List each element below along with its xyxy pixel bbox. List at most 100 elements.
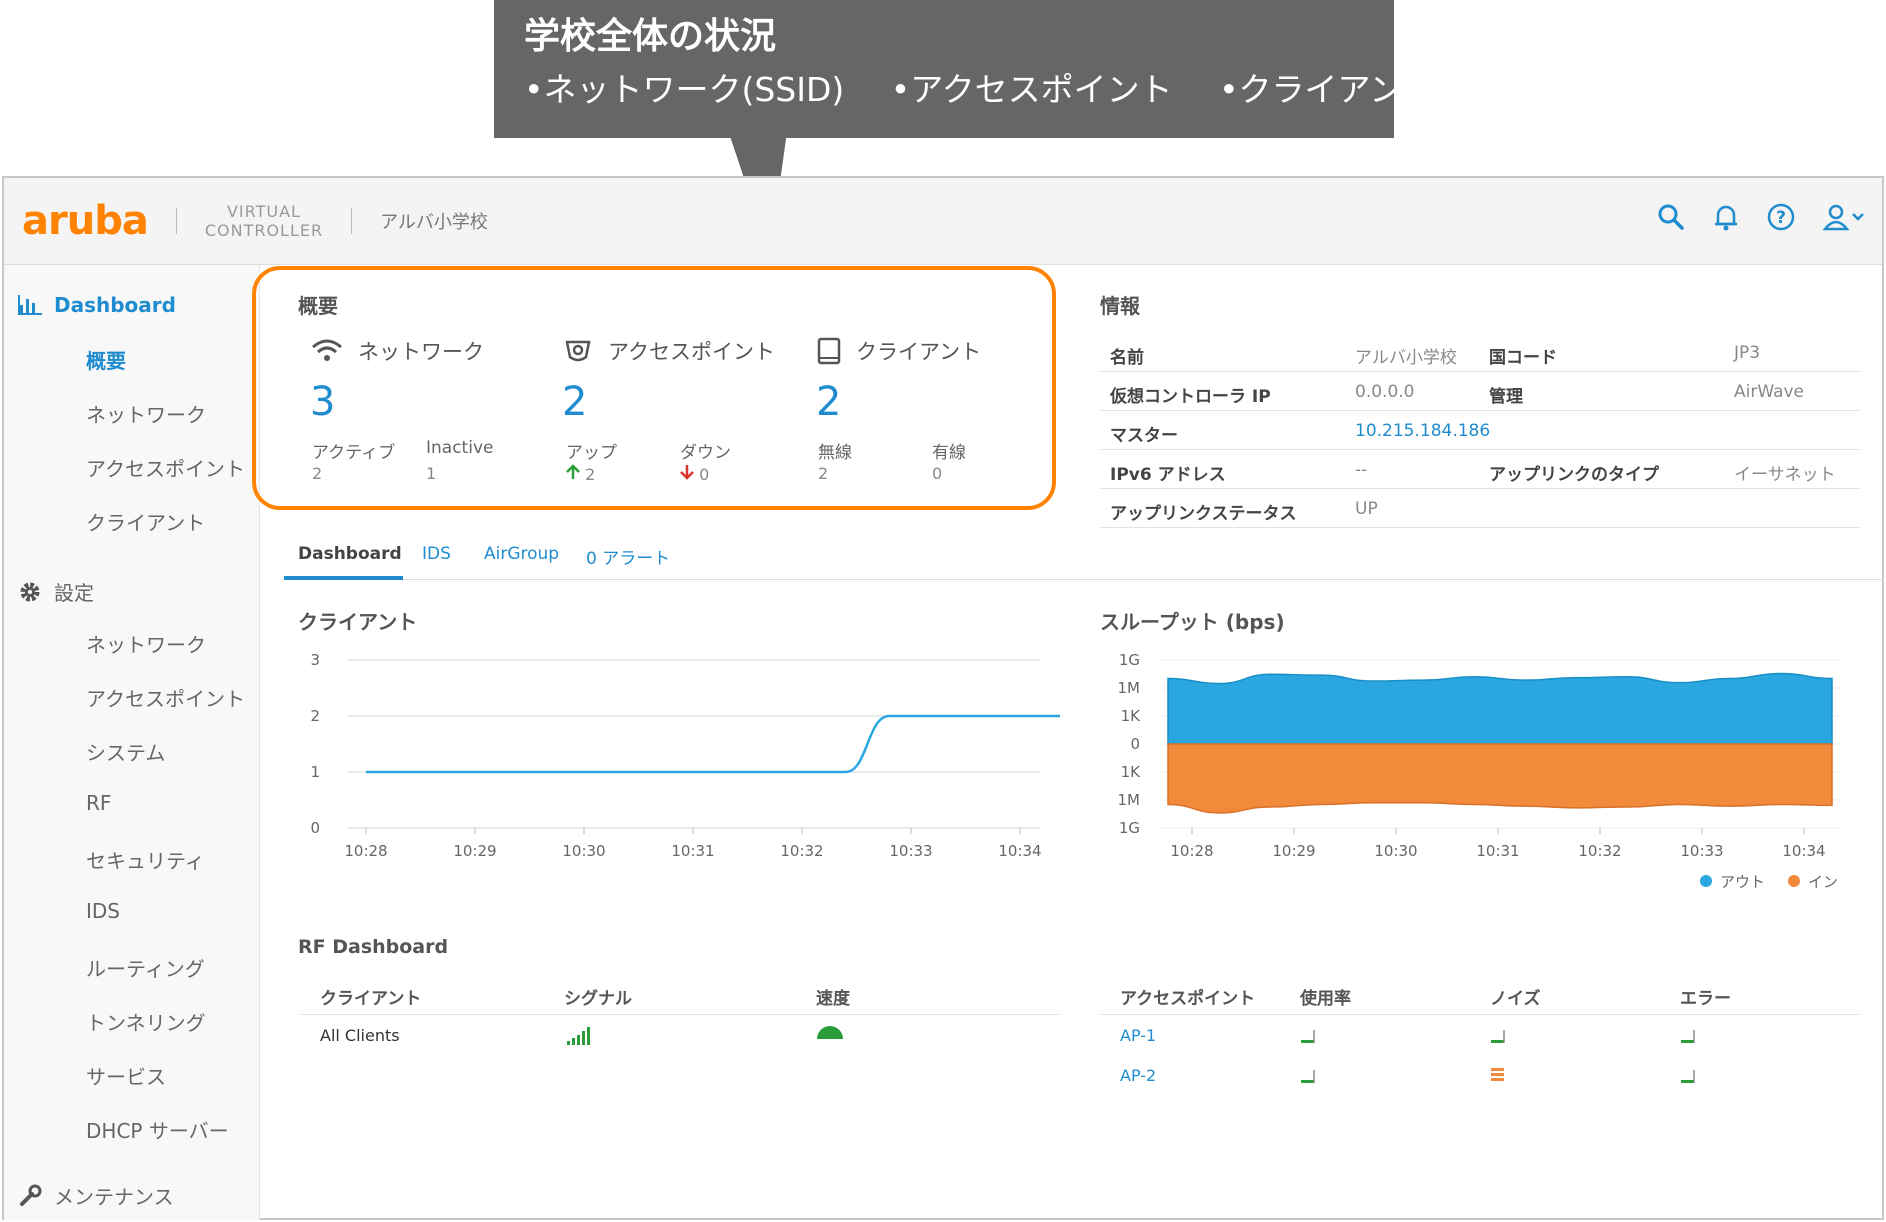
- aruba-logo[interactable]: aruba: [22, 198, 149, 244]
- overview-clients[interactable]: クライアント 2: [816, 336, 981, 422]
- sidebar-item-dhcp[interactable]: DHCP サーバー: [86, 1115, 229, 1144]
- y-tick-label: 0: [310, 819, 320, 837]
- info-row: マスター 10.215.184.186: [1100, 411, 1860, 450]
- y-tick-label: 2: [310, 707, 320, 725]
- x-tick-label: 10:28: [1170, 842, 1213, 860]
- bar-chart-icon: [18, 295, 42, 315]
- callout-item: •ネットワーク(SSID): [524, 70, 845, 109]
- bell-icon[interactable]: [1712, 202, 1740, 232]
- help-icon[interactable]: ?: [1766, 202, 1796, 232]
- x-tick-label: 10:33: [1680, 842, 1723, 860]
- callout-items: •ネットワーク(SSID) •アクセスポイント •クライアント: [524, 64, 1435, 116]
- rf-header-ap: アクセスポイント: [1120, 989, 1256, 1009]
- user-icon[interactable]: [1822, 202, 1866, 232]
- sidebar-dashboard[interactable]: Dashboard: [18, 293, 176, 317]
- dashboard-tabs: Dashboard IDS AirGroup 0 アラート: [284, 540, 1884, 580]
- rf-client-row[interactable]: All Clients: [320, 1026, 400, 1045]
- divider: [175, 208, 177, 234]
- tab-alerts[interactable]: 0 アラート: [586, 544, 670, 569]
- sidebar-item-tunneling[interactable]: トンネリング: [86, 1007, 206, 1036]
- sidebar-settings[interactable]: 設定: [18, 577, 94, 606]
- client-label: クライアント: [856, 340, 982, 364]
- ap-up-value: 2: [585, 465, 596, 484]
- sidebar: Dashboard 概要 ネットワーク アクセスポイント クライアント 設定 ネ…: [4, 265, 260, 1220]
- tab-dashboard[interactable]: Dashboard: [298, 544, 402, 564]
- client-wired-label: 有線: [932, 443, 966, 463]
- error-low-icon: [1681, 1030, 1695, 1043]
- rf-header-error: エラー: [1680, 989, 1731, 1009]
- sidebar-settings-label: 設定: [54, 581, 94, 605]
- ap-1-link[interactable]: AP-1: [1120, 1026, 1156, 1045]
- sidebar-item-network[interactable]: ネットワーク: [86, 399, 206, 428]
- active-tab-indicator: [284, 576, 403, 580]
- sidebar-item-system[interactable]: システム: [86, 737, 165, 766]
- throughput-chart-title: スループット (bps): [1100, 610, 1285, 634]
- info-key: 名前: [1110, 348, 1144, 368]
- info-row: IPv6 アドレス -- アップリンクのタイプ イーサネット: [1100, 450, 1860, 489]
- sidebar-item-clients[interactable]: クライアント: [86, 507, 205, 536]
- throughput-chart: 1G 1M 1K 0 1K 1M 1G 10:28 10:29 10:30 10:31 10:32 10…: [1118, 651, 1840, 891]
- sidebar-item-services[interactable]: サービス: [86, 1061, 166, 1090]
- info-key: IPv6 アドレス: [1110, 465, 1226, 485]
- x-tick-label: 10:32: [1578, 842, 1621, 860]
- x-tick-label: 10:29: [1272, 842, 1315, 860]
- y-tick-label: 1K: [1121, 763, 1142, 781]
- site-name: アルバ小学校: [380, 212, 488, 233]
- info-value: UP: [1355, 499, 1378, 519]
- sidebar-item-settings-network[interactable]: ネットワーク: [86, 629, 206, 658]
- product-line: CONTROLLER: [204, 221, 324, 240]
- callout-box: 学校全体の状況 •ネットワーク(SSID) •アクセスポイント •クライアント: [494, 0, 1435, 138]
- info-row: 名前 アルバ小学校 国コード JP3: [1100, 333, 1860, 372]
- info-row: 仮想コントローラ IP 0.0.0.0 管理 AirWave: [1100, 372, 1860, 411]
- tab-ids[interactable]: IDS: [422, 544, 451, 564]
- divider: [300, 1014, 1060, 1015]
- rf-header-client: クライアント: [320, 989, 422, 1009]
- rf-dashboard-title: RF Dashboard: [298, 936, 449, 958]
- sidebar-item-security[interactable]: セキュリティ: [86, 845, 205, 874]
- sidebar-item-access-points[interactable]: アクセスポイント: [86, 453, 245, 482]
- sidebar-dashboard-label: Dashboard: [54, 293, 176, 317]
- network-label: ネットワーク: [358, 340, 484, 364]
- overview-network[interactable]: ネットワーク 3: [310, 336, 484, 422]
- ap-down-value: 0: [699, 465, 710, 484]
- gear-icon: [20, 582, 40, 601]
- callout-item: •クライアント: [1219, 70, 1436, 109]
- x-tick-label: 10:33: [889, 842, 932, 860]
- wifi-icon: [312, 339, 342, 361]
- sidebar-item-settings-ap[interactable]: アクセスポイント: [86, 683, 245, 712]
- client-count: 2: [816, 379, 842, 425]
- arrow-down-icon: [680, 465, 694, 480]
- info-key: アップリンクのタイプ: [1489, 465, 1659, 485]
- product-line: VIRTUAL: [226, 202, 301, 221]
- overview-access-points[interactable]: アクセスポイント 2: [562, 336, 775, 422]
- tab-airgroup[interactable]: AirGroup: [484, 544, 559, 564]
- y-tick-label: 1K: [1121, 707, 1142, 725]
- top-bar: aruba VIRTUAL CONTROLLER アルバ小学校 ?: [4, 178, 1882, 265]
- network-active-label: アクティブ: [312, 443, 396, 463]
- network-inactive-label: Inactive: [426, 438, 494, 458]
- search-icon[interactable]: [1656, 202, 1686, 232]
- x-tick-label: 10:28: [344, 842, 387, 860]
- clients-chart-title: クライアント: [298, 610, 418, 634]
- info-row: アップリンクステータス UP: [1100, 489, 1860, 528]
- legend-in-label: イン: [1808, 873, 1838, 891]
- sidebar-item-routing[interactable]: ルーティング: [86, 953, 205, 982]
- sidebar-item-overview[interactable]: 概要: [86, 345, 126, 374]
- ap-2-link[interactable]: AP-2: [1120, 1066, 1156, 1085]
- sidebar-item-rf[interactable]: RF: [86, 791, 111, 815]
- info-key: 国コード: [1489, 348, 1557, 368]
- throughput-in-area: [1167, 743, 1833, 814]
- clients-chart: 0 1 2 3 10:28 10:29 10:30 10:31 10:32 10:33 10:34: [310, 651, 1060, 860]
- speed-gauge-icon: [817, 1026, 843, 1039]
- sidebar-maintenance[interactable]: メンテナンス: [18, 1181, 174, 1210]
- y-tick-label: 0: [1130, 735, 1140, 753]
- x-tick-label: 10:31: [671, 842, 714, 860]
- sidebar-item-ids[interactable]: IDS: [86, 899, 120, 923]
- arrow-up-icon: [566, 464, 580, 479]
- network-active-value: 2: [312, 464, 323, 483]
- x-tick-label: 10:30: [562, 842, 605, 860]
- info-value: アルバ小学校: [1355, 348, 1457, 368]
- rf-header-noise: ノイズ: [1490, 989, 1541, 1009]
- tablet-icon: [817, 337, 841, 365]
- master-ip-link[interactable]: 10.215.184.186: [1355, 421, 1490, 441]
